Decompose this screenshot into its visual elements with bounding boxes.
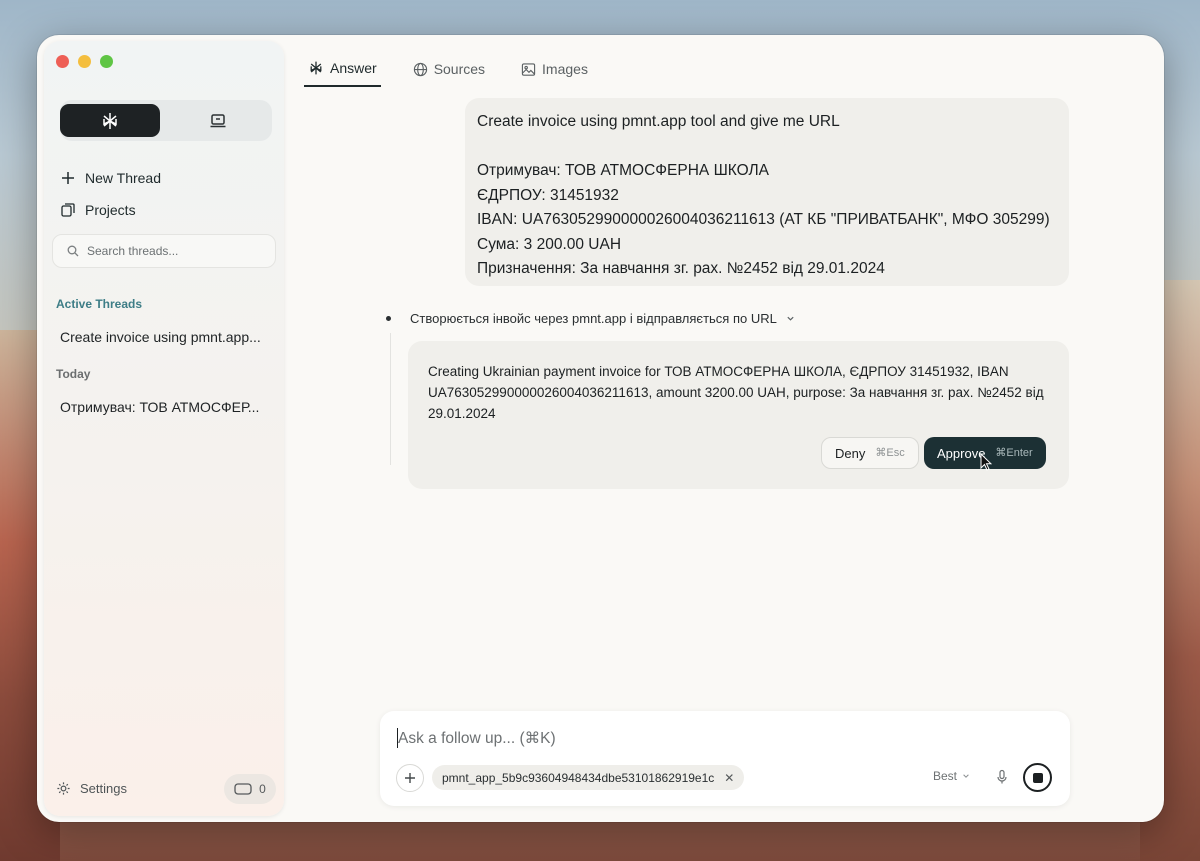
stop-icon <box>1032 772 1043 783</box>
sparkle-logo-icon <box>310 61 322 75</box>
microphone-icon <box>997 769 1007 784</box>
approve-shortcut: ⌘Enter <box>995 446 1033 459</box>
globe-icon <box>413 62 427 76</box>
gear-icon <box>57 782 70 795</box>
plus-icon <box>405 773 415 783</box>
thread-item-active[interactable]: Create invoice using pmnt.app... <box>60 329 265 345</box>
user-message-line: Призначення: За навчання зг. рах. №2452 … <box>477 260 885 277</box>
step-bullet <box>386 316 391 321</box>
projects-label: Projects <box>85 202 136 218</box>
model-selector[interactable]: Best <box>933 769 970 783</box>
search-icon <box>67 245 79 257</box>
mouse-pointer-icon <box>980 453 992 471</box>
deny-shortcut: ⌘Esc <box>875 446 905 459</box>
stop-generation-button[interactable] <box>1023 763 1052 792</box>
settings-button[interactable]: Settings <box>56 781 127 796</box>
search-placeholder: Search threads... <box>87 244 179 258</box>
step-connector-line <box>390 333 391 465</box>
user-message-line: IBAN: UA763052990000026004036211613 (АТ … <box>477 211 1050 228</box>
remove-attachment-icon[interactable]: ✕ <box>724 771 734 785</box>
settings-label: Settings <box>80 781 127 796</box>
sparkle-logo-icon <box>103 112 117 129</box>
sidebar: New Thread Projects Search threads... Ac… <box>44 41 284 816</box>
add-attachment-button[interactable] <box>396 764 424 792</box>
tab-answer-label: Answer <box>330 60 377 76</box>
tab-images[interactable]: Images <box>517 51 592 87</box>
user-message-line: Create invoice using pmnt.app tool and g… <box>477 113 840 130</box>
user-message-bubble: Create invoice using pmnt.app tool and g… <box>465 98 1069 286</box>
tab-images-label: Images <box>542 61 588 77</box>
approve-label: Approve <box>937 445 986 461</box>
mode-search-button[interactable] <box>60 104 160 137</box>
thread-item-today[interactable]: Отримувач: ТОВ АТМОСФЕР... <box>60 399 265 415</box>
user-message-line <box>477 135 1057 160</box>
window-controls <box>56 55 113 68</box>
mode-toggle <box>60 100 272 141</box>
user-message-line: ЄДРПОУ: 31451932 <box>477 186 619 204</box>
chevron-down-icon <box>787 316 794 321</box>
image-icon <box>521 62 536 76</box>
today-heading: Today <box>56 367 91 381</box>
model-label: Best <box>933 769 958 783</box>
deny-button[interactable]: Deny ⌘Esc <box>821 437 919 469</box>
deny-label: Deny <box>835 445 866 461</box>
tool-approval-card: Creating Ukrainian payment invoice for Т… <box>408 341 1069 489</box>
zoom-window-button[interactable] <box>100 55 113 68</box>
projects-icon <box>61 203 75 217</box>
follow-up-input[interactable]: Ask a follow up... (⌘K) <box>398 729 556 748</box>
tab-answer[interactable]: Answer <box>304 51 381 87</box>
minimize-window-button[interactable] <box>78 55 91 68</box>
laptop-icon <box>210 113 226 127</box>
tablet-icon <box>234 783 252 795</box>
approval-description: Creating Ukrainian payment invoice for Т… <box>428 364 1044 421</box>
microphone-button[interactable] <box>995 769 1009 790</box>
tool-step-toggle[interactable]: Створюється інвойс через pmnt.app і відп… <box>386 311 795 326</box>
chevron-down-icon <box>963 774 969 778</box>
close-window-button[interactable] <box>56 55 69 68</box>
counter-value: 0 <box>259 782 266 796</box>
attachment-name: pmnt_app_5b9c93604948434dbe53101862919e1… <box>442 770 715 785</box>
follow-up-composer: Ask a follow up... (⌘K) pmnt_app_5b9c936… <box>380 711 1070 806</box>
attachment-chip[interactable]: pmnt_app_5b9c93604948434dbe53101862919e1… <box>432 765 745 790</box>
active-threads-heading: Active Threads <box>56 297 143 311</box>
app-window: New Thread Projects Search threads... Ac… <box>37 35 1164 822</box>
new-thread-label: New Thread <box>85 170 162 186</box>
mode-computer-button[interactable] <box>168 104 268 137</box>
plus-icon <box>62 172 74 184</box>
result-tabs: Answer Sources Images <box>304 51 592 89</box>
tab-sources-label: Sources <box>433 61 486 77</box>
tab-sources[interactable]: Sources <box>409 51 489 87</box>
new-thread-button[interactable]: New Thread <box>61 166 261 190</box>
user-message-line: Отримувач: ТОВ АТМОСФЕРНА ШКОЛА <box>477 162 770 179</box>
search-threads-input[interactable]: Search threads... <box>52 234 276 268</box>
user-message-line: Сума: 3 200.00 UAH <box>477 235 622 253</box>
step-label: Створюється інвойс через pmnt.app і відп… <box>410 311 777 326</box>
sessions-counter[interactable]: 0 <box>224 774 276 804</box>
projects-button[interactable]: Projects <box>61 198 261 222</box>
